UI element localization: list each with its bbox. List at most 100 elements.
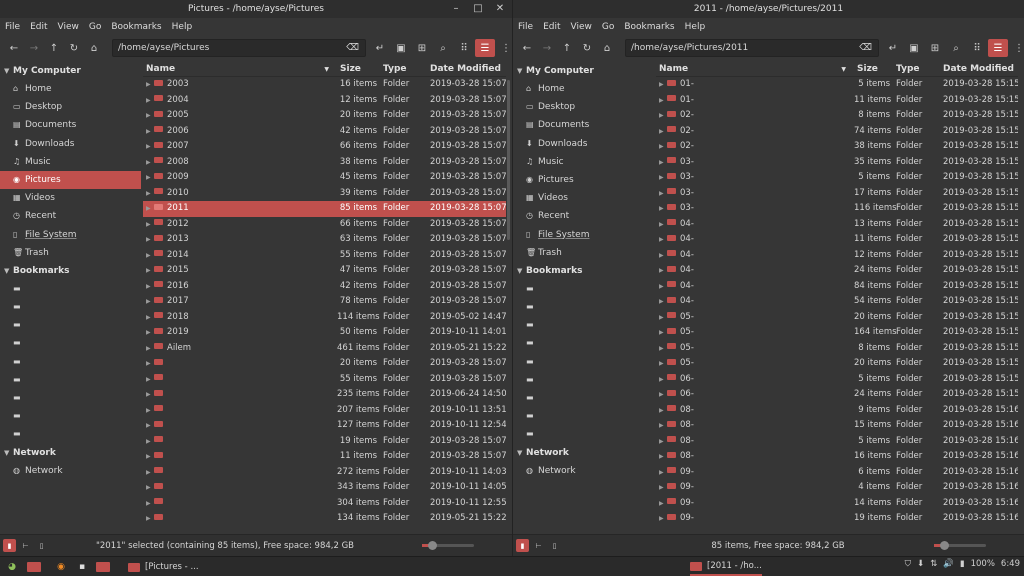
expand-icon[interactable]: ▶ — [659, 294, 667, 310]
expand-icon[interactable]: ▶ — [659, 124, 667, 140]
table-row[interactable]: ▶ 134 items Folder 2019-05-21 15:22 — [143, 511, 506, 527]
expand-icon[interactable]: ▶ — [659, 449, 667, 465]
menu-view[interactable]: View — [571, 22, 592, 32]
sidebar-item-bookmark[interactable]: ▬ — [0, 371, 141, 389]
table-row[interactable]: ▶02- 8 items Folder 2019-03-28 15:15:35 — [656, 108, 1018, 124]
table-row[interactable]: ▶ 127 items Folder 2019-10-11 12:54 — [143, 418, 506, 434]
sidebar-section-network[interactable]: ▼ Network — [513, 444, 654, 462]
expand-icon[interactable]: ▶ — [146, 325, 154, 341]
terminal-icon[interactable]: ▪ — [74, 559, 90, 574]
column-type[interactable]: Type — [896, 62, 943, 76]
table-row[interactable]: ▶ 2003 16 items Folder 2019-03-28 15:07 — [143, 77, 506, 93]
sidebar-item-videos[interactable]: ▦ Videos — [0, 189, 141, 207]
sidebar-item-trash[interactable]: 🗑 Trash — [0, 244, 141, 262]
menu-go[interactable]: Go — [602, 22, 614, 32]
sidebar-item-bookmark[interactable]: ▬ — [513, 353, 654, 371]
expand-icon[interactable]: ▶ — [659, 232, 667, 248]
column-date-modified[interactable]: Date Modified — [430, 62, 506, 76]
new-folder-icon[interactable]: ⊞ — [412, 39, 432, 57]
expand-icon[interactable]: ▶ — [659, 372, 667, 388]
icon-view-icon[interactable]: ⠿ — [967, 39, 987, 57]
zoom-handle[interactable] — [940, 541, 949, 550]
table-row[interactable]: ▶ 2004 12 items Folder 2019-03-28 15:07 — [143, 93, 506, 109]
sidebar-item-music[interactable]: ♫ Music — [513, 153, 654, 171]
sidebar-item-music[interactable]: ♫ Music — [0, 153, 141, 171]
sidebar-item-pictures[interactable]: ◉ Pictures — [513, 171, 654, 189]
sidebar-item-downloads[interactable]: ⬇ Downloads — [513, 135, 654, 153]
expand-icon[interactable]: ▶ — [146, 372, 154, 388]
table-row[interactable]: ▶ 2013 63 items Folder 2019-03-28 15:07 — [143, 232, 506, 248]
expand-icon[interactable]: ▶ — [659, 465, 667, 481]
expand-icon[interactable]: ▶ — [146, 139, 154, 155]
sidebar-item-bookmark[interactable]: ▬ — [0, 407, 141, 425]
sidebar-item-file-system[interactable]: ▯ File System — [0, 226, 141, 244]
new-folder-icon[interactable]: ⊞ — [925, 39, 945, 57]
tree-toggle-icon[interactable]: ⊢ — [532, 539, 545, 552]
sidebar-item-recent[interactable]: ◷ Recent — [513, 207, 654, 225]
expand-icon[interactable]: ▶ — [659, 480, 667, 496]
table-row[interactable]: ▶05-20 items Folder 2019-03-28 15:15:58 — [656, 356, 1018, 372]
table-row[interactable]: ▶09- 4 items Folder 2019-03-28 15:16:01 — [656, 480, 1018, 496]
table-row[interactable]: ▶05-20 items Folder 2019-03-28 15:15:51 — [656, 310, 1018, 326]
places-toggle-icon[interactable]: ▮ — [516, 539, 529, 552]
menu-help[interactable]: Help — [172, 22, 193, 32]
compact-view-icon[interactable]: ⋮ — [496, 39, 512, 57]
sidebar-item-bookmark[interactable]: ▬ — [513, 425, 654, 443]
zoom-handle[interactable] — [428, 541, 437, 550]
expand-icon[interactable]: ▶ — [659, 387, 667, 403]
menu-file[interactable]: File — [518, 22, 533, 32]
table-row[interactable]: ▶01-11 items Folder 2019-03-28 15:15:35 — [656, 93, 1018, 109]
back-icon[interactable]: ← — [517, 39, 537, 57]
sidebar-item-bookmark[interactable]: ▬ — [513, 298, 654, 316]
table-row[interactable]: ▶ 2014 55 items Folder 2019-03-28 15:07 — [143, 248, 506, 264]
sidebar-item-desktop[interactable]: ▭ Desktop — [0, 98, 141, 116]
download-icon[interactable]: ⬇ — [917, 559, 924, 569]
sidebar-section-bookmarks[interactable]: ▼ Bookmarks — [513, 262, 654, 280]
table-row[interactable]: ▶09- 6 items Folder 2019-03-28 15:16:01 — [656, 465, 1018, 481]
table-row[interactable]: ▶ 55 items Folder 2019-03-28 15:07 — [143, 372, 506, 388]
battery-icon[interactable]: ▮ — [960, 559, 965, 569]
sidebar-item-bookmark[interactable]: ▬ — [0, 316, 141, 334]
scrollbar[interactable] — [507, 80, 510, 240]
expand-icon[interactable]: ▶ — [659, 155, 667, 171]
expand-icon[interactable]: ▶ — [659, 403, 667, 419]
menu-icon[interactable]: ◕ — [4, 559, 20, 574]
expand-icon[interactable]: ▶ — [146, 387, 154, 403]
table-row[interactable]: ▶03- 5 items Folder 2019-03-28 15:15:38 — [656, 170, 1018, 186]
table-row[interactable]: ▶ 207 items Folder 2019-10-11 13:51 — [143, 403, 506, 419]
sidebar-item-bookmark[interactable]: ▬ — [513, 371, 654, 389]
expand-icon[interactable]: ▶ — [146, 124, 154, 140]
table-row[interactable]: ▶02-74 items Folder 2019-03-28 15:15:37 — [656, 124, 1018, 140]
location-bar[interactable]: /home/ayse/Pictures ⌫ — [112, 39, 366, 57]
menu-go[interactable]: Go — [89, 22, 101, 32]
expand-icon[interactable]: ▶ — [146, 217, 154, 233]
menu-file[interactable]: File — [5, 22, 20, 32]
sidebar-item-bookmark[interactable]: ▬ — [0, 353, 141, 371]
table-row[interactable]: ▶ 235 items Folder 2019-06-24 14:50 — [143, 387, 506, 403]
home-icon[interactable]: ⌂ — [597, 39, 617, 57]
table-row[interactable]: ▶03-17 items Folder 2019-03-28 15:15:39 — [656, 186, 1018, 202]
back-icon[interactable]: ← — [4, 39, 24, 57]
minimize-icon[interactable]: – — [450, 0, 462, 18]
expand-icon[interactable]: ▶ — [146, 248, 154, 264]
sidebar-item-bookmark[interactable]: ▬ — [0, 425, 141, 443]
sidebar-item-videos[interactable]: ▦ Videos — [513, 189, 654, 207]
reload-icon[interactable]: ↻ — [577, 39, 597, 57]
zoom-slider[interactable] — [934, 541, 986, 550]
expand-icon[interactable]: ▶ — [659, 496, 667, 512]
sidebar-section-my-computer[interactable]: ▼ My Computer — [513, 62, 654, 80]
column-name[interactable]: Name ▼ — [143, 62, 337, 76]
table-row[interactable]: ▶04-12 items Folder 2019-03-28 15:15:45 — [656, 248, 1018, 264]
expand-icon[interactable]: ▶ — [146, 465, 154, 481]
expand-icon[interactable]: ▶ — [146, 155, 154, 171]
expand-icon[interactable]: ▶ — [659, 418, 667, 434]
sidebar-section-network[interactable]: ▼ Network — [0, 444, 141, 462]
table-row[interactable]: ▶ 2016 42 items Folder 2019-03-28 15:07 — [143, 279, 506, 295]
sidebar-item-bookmark[interactable]: ▬ — [513, 280, 654, 298]
expand-icon[interactable]: ▶ — [659, 356, 667, 372]
sidebar-item-bookmark[interactable]: ▬ — [513, 316, 654, 334]
table-row[interactable]: ▶03-35 items Folder 2019-03-28 15:15:38 — [656, 155, 1018, 171]
sidebar-item-network[interactable]: ◍ Network — [0, 462, 141, 480]
expand-icon[interactable]: ▶ — [146, 310, 154, 326]
up-icon[interactable]: ↑ — [557, 39, 577, 57]
